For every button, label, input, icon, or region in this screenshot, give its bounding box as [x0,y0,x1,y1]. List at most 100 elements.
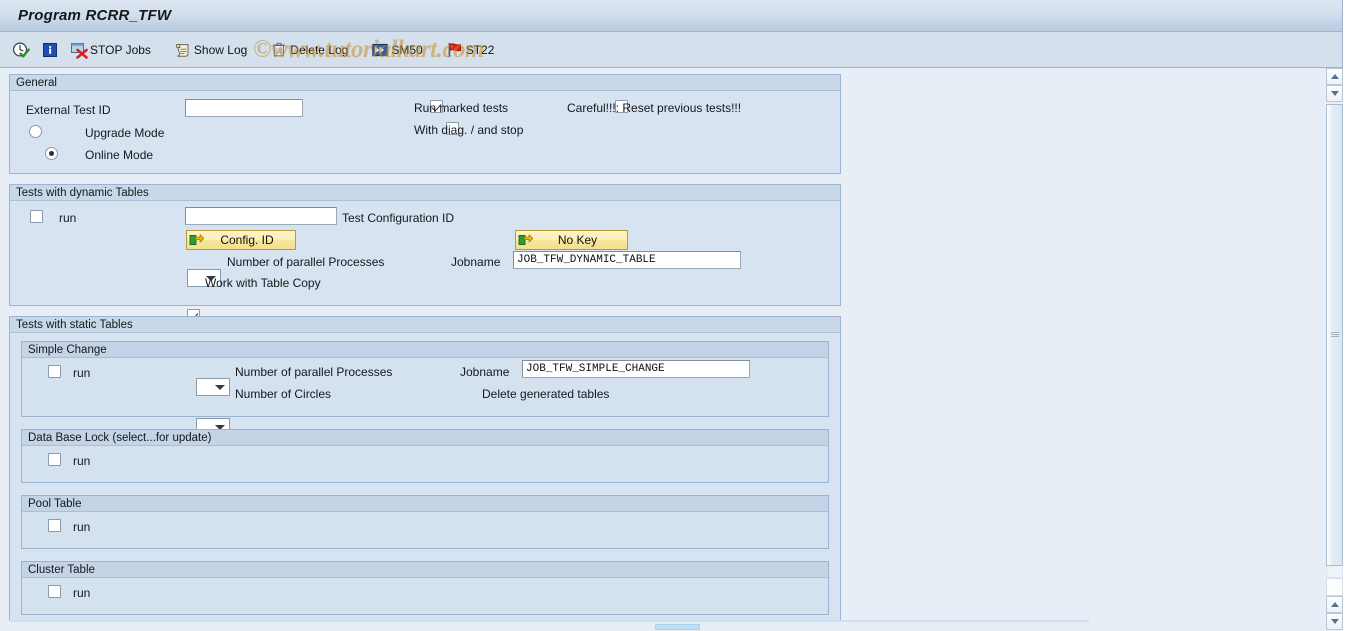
scrollbar-spacer [1326,578,1343,596]
triangle-up-icon [1331,74,1339,79]
no-key-button-label: No Key [557,233,598,247]
subgroup-pool-table: Pool Table run [21,495,829,549]
application-toolbar: STOP Jobs Show Log Delete Log SM50 ST22 [0,32,1343,68]
execute-clock-icon [12,41,30,59]
radio-online-mode-label: Online Mode [85,148,154,162]
selection-screen-scrollpane: General External Test ID Upgrade Mode On… [0,68,1326,621]
toolbar-item-label: Delete Log [290,42,349,57]
group-general-body: External Test ID Upgrade Mode Online Mod… [10,91,840,173]
toolbar-item-label: SM50 [391,42,423,57]
checkbox-reset-previous-tests-label: Careful!!!: Reset previous tests!!! [567,101,742,115]
external-test-id-input[interactable] [185,99,303,117]
test-configuration-id-label: Test Configuration ID [342,211,455,225]
arrow-out-icon [189,233,205,247]
window-title-bar: Program RCRR_TFW [0,0,1343,32]
delete-log-trash-icon [270,41,288,59]
no-key-button[interactable]: No Key [515,230,628,250]
checkbox-cluster-table-run-label: run [73,586,91,600]
subgroup-cluster-table-header: Cluster Table [22,562,828,578]
simple-change-parallel-processes-dropdown[interactable] [196,378,230,396]
subgroup-simple-change-header: Simple Change [22,342,828,358]
st22-button[interactable]: ST22 [443,38,498,62]
checkbox-database-lock-run-label: run [73,454,91,468]
subgroup-database-lock: Data Base Lock (select...for update) run [21,429,829,483]
dynamic-jobname-label: Jobname [451,255,501,269]
simple-change-parallel-processes-label: Number of parallel Processes [235,365,393,379]
stop-jobs-icon [70,41,88,59]
dynamic-jobname-input[interactable] [513,251,741,269]
radio-upgrade-mode[interactable] [29,125,42,138]
checkbox-work-with-table-copy-label: Work with Table Copy [205,276,321,290]
group-general: General External Test ID Upgrade Mode On… [9,74,841,174]
scroll-up-button[interactable] [1326,68,1343,85]
checkbox-delete-generated-tables-label: Delete generated tables [482,387,610,401]
sm50-forward-icon [371,41,389,59]
scroll-down-button[interactable] [1326,613,1343,630]
checkbox-dynamic-run[interactable] [30,210,43,223]
subgroup-simple-change: Simple Change run Number of parallel Pro… [21,341,829,450]
checkbox-with-diag-and-stop-label: With diag. / and stop [414,123,524,137]
subgroup-simple-change-body: run Number of parallel Processes Jobname… [22,358,828,450]
delete-log-button[interactable]: Delete Log [267,38,351,62]
horizontal-scrollbar-track[interactable] [9,620,1089,622]
group-static-tables-header: Tests with static Tables [10,317,840,333]
checkbox-simple-change-run[interactable] [48,365,61,378]
show-log-button[interactable]: Show Log [171,38,250,62]
page-title: Program RCRR_TFW [18,7,172,24]
subgroup-pool-table-body: run [22,512,828,548]
checkbox-pool-table-run[interactable] [48,519,61,532]
toolbar-item-label: Show Log [193,42,248,57]
simple-change-number-of-circles-label: Number of Circles [235,387,332,401]
group-dynamic-tables-header: Tests with dynamic Tables [10,185,840,201]
group-general-header: General [10,75,840,91]
group-static-tables-body: Simple Change run Number of parallel Pro… [10,333,840,620]
horizontal-scrollbar-thumb[interactable] [655,624,700,630]
radio-online-mode[interactable] [45,147,59,160]
toolbar-item-label: ST22 [465,42,495,57]
checkbox-pool-table-run-label: run [73,520,91,534]
group-dynamic-tables-body: run Test Configuration ID Config. ID No … [10,201,840,322]
triangle-down-icon [1331,619,1339,624]
checkbox-run-marked-tests-label: Run marked tests [414,101,509,115]
sm50-button[interactable]: SM50 [368,38,425,62]
st22-flag-icon [446,41,464,59]
execute-button[interactable] [9,38,35,62]
group-static-tables: Tests with static Tables Simple Change r… [9,316,841,621]
simple-change-jobname-input[interactable] [522,360,750,378]
scroll-up-button-bottom[interactable] [1326,596,1343,613]
subgroup-database-lock-header: Data Base Lock (select...for update) [22,430,828,446]
test-configuration-id-input[interactable] [185,207,337,225]
subgroup-cluster-table-body: run [22,578,828,614]
scrollbar-grip-icon [1331,332,1339,338]
checkbox-database-lock-run[interactable] [48,453,61,466]
dynamic-parallel-processes-label: Number of parallel Processes [227,255,385,269]
vertical-scrollbar[interactable] [1326,68,1343,631]
group-dynamic-tables: Tests with dynamic Tables run Test Confi… [9,184,841,322]
selection-screen-content: General External Test ID Upgrade Mode On… [0,68,1326,631]
toolbar-item-label: STOP Jobs [90,42,151,57]
stop-jobs-button[interactable]: STOP Jobs [67,38,154,62]
window-right-margin [1343,68,1359,631]
info-icon [41,41,59,59]
subgroup-database-lock-body: run [22,446,828,482]
arrow-out-icon [518,233,534,247]
radio-upgrade-mode-label: Upgrade Mode [85,126,165,140]
checkbox-simple-change-run-label: run [73,366,91,380]
scrollbar-thumb[interactable] [1326,104,1343,566]
checkbox-dynamic-run-label: run [59,211,77,225]
config-id-button-label: Config. ID [220,233,274,247]
triangle-up-icon [1331,602,1339,607]
window-right-strip [1343,0,1359,68]
chevron-down-icon [215,385,225,390]
subgroup-pool-table-header: Pool Table [22,496,828,512]
simple-change-jobname-label: Jobname [460,365,510,379]
triangle-down-icon [1331,91,1339,96]
config-id-button[interactable]: Config. ID [186,230,296,250]
subgroup-cluster-table: Cluster Table run [21,561,829,615]
checkbox-cluster-table-run[interactable] [48,585,61,598]
external-test-id-label: External Test ID [26,103,111,117]
show-log-icon [174,41,192,59]
sap-gui-window: Program RCRR_TFW STOP Jobs Show Log Dele… [0,0,1359,631]
scroll-down-button-top[interactable] [1326,85,1343,102]
info-button[interactable] [38,38,64,62]
